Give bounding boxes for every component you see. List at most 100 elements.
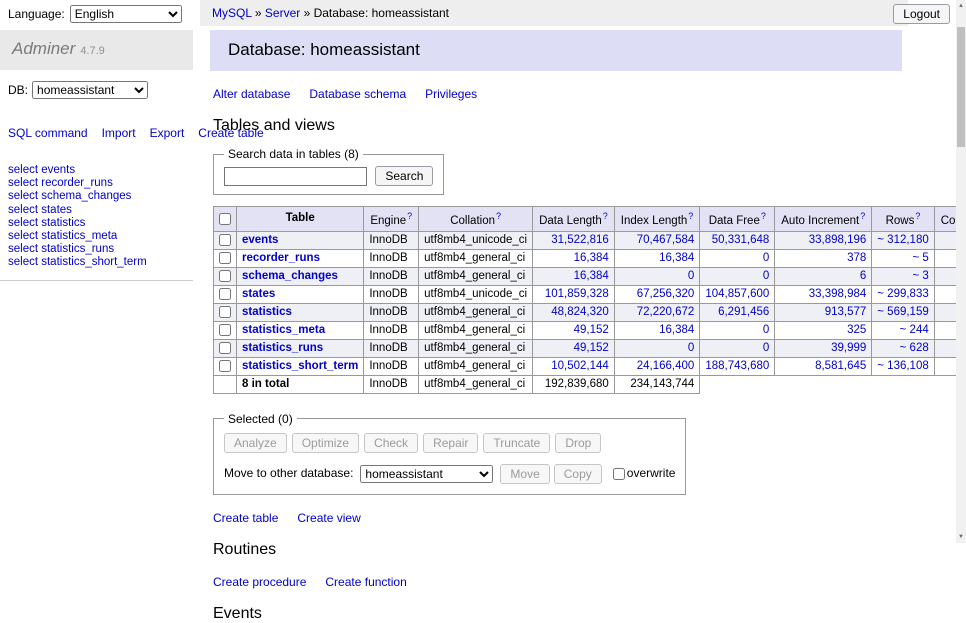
rows-link[interactable]: ~ 244 — [900, 324, 929, 336]
index-length-link[interactable]: 0 — [688, 270, 694, 282]
auto-increment-link[interactable]: 913,577 — [825, 306, 867, 318]
sidebar-action-import[interactable]: Import — [102, 126, 136, 140]
row-checkbox[interactable] — [219, 360, 231, 372]
breadcrumb-link-server[interactable]: Server — [265, 6, 300, 20]
table-link-states[interactable]: states — [242, 288, 275, 300]
rows-link[interactable]: ~ 299,833 — [877, 288, 928, 300]
auto-increment-link[interactable]: 33,898,196 — [809, 234, 867, 246]
index-length-link[interactable]: 67,256,320 — [637, 288, 695, 300]
link-create-function[interactable]: Create function — [325, 575, 406, 589]
sidebar-select-recorder-runs[interactable]: select recorder_runs — [8, 177, 185, 190]
data-free-link[interactable]: 0 — [763, 342, 769, 354]
auto-increment-link[interactable]: 33,398,984 — [809, 288, 867, 300]
sidebar-select-statistics[interactable]: select statistics — [8, 217, 185, 230]
data-free-link[interactable]: 50,331,648 — [712, 234, 770, 246]
rows-link[interactable]: ~ 312,180 — [877, 234, 928, 246]
index-length-link[interactable]: 70,467,584 — [637, 234, 695, 246]
auto-increment-link[interactable]: 378 — [847, 252, 866, 264]
search-input[interactable] — [224, 167, 367, 186]
table-link-events[interactable]: events — [242, 234, 278, 246]
rows-link[interactable]: ~ 3 — [912, 270, 928, 282]
help-link[interactable]: ? — [688, 211, 693, 221]
rows-link[interactable]: ~ 5 — [912, 252, 928, 264]
data-length-link[interactable]: 49,152 — [574, 342, 609, 354]
auto-increment-link[interactable]: 39,999 — [831, 342, 866, 354]
link-create-table[interactable]: Create table — [213, 511, 278, 525]
help-link[interactable]: ? — [761, 211, 766, 221]
data-free-link[interactable]: 6,291,456 — [718, 306, 769, 318]
scrollbar-down-arrow[interactable]: ▼ — [956, 531, 966, 543]
help-link[interactable]: ? — [860, 211, 865, 221]
help-link[interactable]: ? — [603, 211, 608, 221]
optimize-button[interactable]: Optimize — [292, 433, 359, 453]
select-all-checkbox[interactable] — [219, 213, 231, 225]
scrollbar-thumb[interactable] — [957, 27, 965, 147]
help-link[interactable]: ? — [915, 211, 920, 221]
index-length-link[interactable]: 72,220,672 — [637, 306, 695, 318]
sidebar-select-schema-changes[interactable]: select schema_changes — [8, 190, 185, 203]
copy-button[interactable]: Copy — [554, 464, 602, 484]
row-checkbox[interactable] — [219, 324, 231, 336]
auto-increment-link[interactable]: 8,581,645 — [815, 360, 866, 372]
search-button[interactable]: Search — [375, 166, 433, 186]
scrollbar[interactable]: ▲ ▼ — [956, 0, 966, 543]
data-length-link[interactable]: 48,824,320 — [551, 306, 609, 318]
auto-increment-link[interactable]: 6 — [860, 270, 866, 282]
help-link[interactable]: ? — [407, 211, 412, 221]
row-checkbox[interactable] — [219, 306, 231, 318]
db-link-database-schema[interactable]: Database schema — [309, 87, 406, 101]
scrollbar-up-arrow[interactable]: ▲ — [956, 0, 966, 12]
sidebar-select-statistics-short-term[interactable]: select statistics_short_term — [8, 256, 185, 269]
db-select[interactable]: homeassistant — [32, 81, 148, 99]
db-link-privileges[interactable]: Privileges — [425, 87, 477, 101]
data-length-link[interactable]: 101,859,328 — [545, 288, 609, 300]
overwrite-checkbox[interactable] — [613, 468, 625, 480]
move-db-select[interactable]: homeassistant — [360, 465, 493, 483]
db-link-alter-database[interactable]: Alter database — [213, 87, 290, 101]
sidebar-select-statistics-runs[interactable]: select statistics_runs — [8, 243, 185, 256]
data-free-link[interactable]: 0 — [763, 252, 769, 264]
table-link-statistics-runs[interactable]: statistics_runs — [242, 342, 323, 354]
data-length-link[interactable]: 16,384 — [574, 252, 609, 264]
row-checkbox[interactable] — [219, 342, 231, 354]
table-link-statistics[interactable]: statistics — [242, 306, 292, 318]
row-checkbox[interactable] — [219, 270, 231, 282]
repair-button[interactable]: Repair — [423, 433, 478, 453]
table-link-statistics-short-term[interactable]: statistics_short_term — [242, 360, 358, 372]
rows-link[interactable]: ~ 628 — [900, 342, 929, 354]
link-create-view[interactable]: Create view — [297, 511, 360, 525]
auto-increment-link[interactable]: 325 — [847, 324, 866, 336]
table-link-recorder-runs[interactable]: recorder_runs — [242, 252, 320, 264]
table-link-schema-changes[interactable]: schema_changes — [242, 270, 338, 282]
rows-link[interactable]: ~ 136,108 — [877, 360, 928, 372]
index-length-link[interactable]: 0 — [688, 342, 694, 354]
truncate-button[interactable]: Truncate — [483, 433, 550, 453]
sidebar-action-sql-command[interactable]: SQL command — [8, 126, 88, 140]
data-length-link[interactable]: 10,502,144 — [551, 360, 609, 372]
sidebar-select-statistics-meta[interactable]: select statistics_meta — [8, 230, 185, 243]
link-create-procedure[interactable]: Create procedure — [213, 575, 306, 589]
data-free-link[interactable]: 0 — [763, 324, 769, 336]
check-button[interactable]: Check — [364, 433, 418, 453]
move-button[interactable]: Move — [500, 464, 549, 484]
sidebar-action-export[interactable]: Export — [150, 126, 185, 140]
sidebar-select-events[interactable]: select events — [8, 164, 185, 177]
data-free-link[interactable]: 188,743,680 — [705, 360, 769, 372]
index-length-link[interactable]: 16,384 — [659, 324, 694, 336]
data-length-link[interactable]: 16,384 — [574, 270, 609, 282]
logout-button[interactable]: Logout — [893, 4, 950, 24]
row-checkbox[interactable] — [219, 234, 231, 246]
data-length-link[interactable]: 49,152 — [574, 324, 609, 336]
breadcrumb-link-mysql[interactable]: MySQL — [212, 6, 252, 20]
drop-button[interactable]: Drop — [555, 433, 601, 453]
index-length-link[interactable]: 24,166,400 — [637, 360, 695, 372]
sidebar-select-states[interactable]: select states — [8, 204, 185, 217]
data-free-link[interactable]: 0 — [763, 270, 769, 282]
analyze-button[interactable]: Analyze — [224, 433, 287, 453]
help-link[interactable]: ? — [496, 211, 501, 221]
language-select[interactable]: English — [70, 5, 182, 23]
data-free-link[interactable]: 104,857,600 — [705, 288, 769, 300]
data-length-link[interactable]: 31,522,816 — [551, 234, 609, 246]
row-checkbox[interactable] — [219, 252, 231, 264]
row-checkbox[interactable] — [219, 288, 231, 300]
